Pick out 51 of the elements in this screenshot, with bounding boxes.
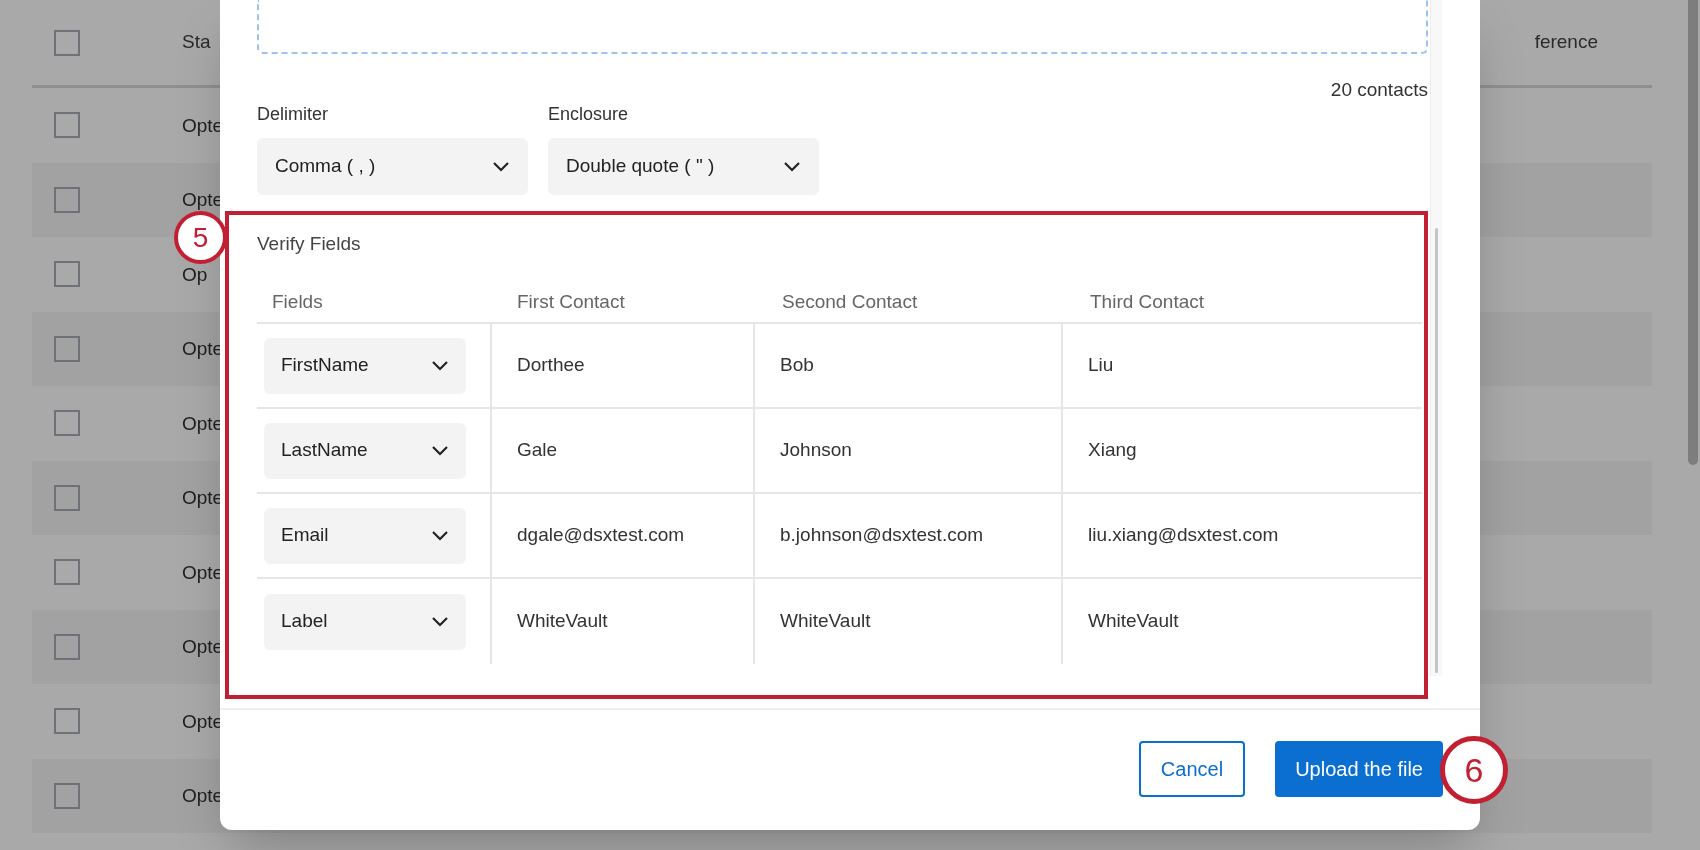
cancel-button[interactable]: Cancel <box>1138 741 1246 797</box>
checkbox[interactable] <box>54 708 80 735</box>
column-header: Fields <box>271 290 324 314</box>
checkbox[interactable] <box>54 261 80 288</box>
checkbox[interactable] <box>54 186 80 213</box>
dropdown[interactable]: Double quote ( " ) <box>548 137 819 195</box>
checkbox[interactable] <box>54 484 80 511</box>
field-dropdown[interactable]: Label <box>264 593 466 650</box>
field-dropdown[interactable]: FirstName <box>264 337 466 394</box>
checkbox[interactable] <box>54 335 80 362</box>
column-header: Sta <box>182 30 211 55</box>
table-cell-text: b.johnson@dsxtest.com <box>780 523 984 548</box>
section-title: Verify Fields <box>257 231 362 256</box>
table-cell-text: Gale <box>517 438 558 463</box>
field-dropdown[interactable]: Email <box>264 507 466 564</box>
table-cell-text: Liu <box>1088 353 1114 378</box>
table-cell-text: WhiteVault <box>780 609 871 634</box>
checkbox[interactable] <box>54 633 80 660</box>
contact-count: 20 contacts <box>1330 78 1428 102</box>
table-cell: Op <box>182 264 208 284</box>
table-cell-text: dgale@dsxtest.com <box>517 523 685 548</box>
table-cell-text: WhiteVault <box>517 609 608 634</box>
chevron-down-icon <box>431 360 449 371</box>
drop-zone[interactable] <box>257 0 1428 54</box>
chevron-down-icon <box>492 160 510 172</box>
page-scrollbar[interactable] <box>1688 0 1698 465</box>
column-header: Second Contact <box>781 290 919 314</box>
column-header: Third Contact <box>1089 290 1206 314</box>
chevron-down-icon <box>431 616 449 627</box>
dropdown[interactable]: Comma ( , ) <box>257 137 528 195</box>
column-header: ference <box>1534 30 1598 55</box>
checkbox[interactable] <box>54 410 80 437</box>
table-cell-text: Xiang <box>1088 438 1137 463</box>
table-cell-text: WhiteVault <box>1088 609 1179 634</box>
checkbox[interactable] <box>54 29 80 56</box>
column-header: First Contact <box>516 290 626 314</box>
table-cell-text: Bob <box>780 353 814 378</box>
checkbox[interactable] <box>54 559 80 586</box>
field-label: Enclosure <box>548 102 630 126</box>
field-label: Delimiter <box>257 102 329 126</box>
checkbox[interactable] <box>54 782 80 809</box>
upload-button[interactable]: Upload the file <box>1275 741 1443 797</box>
chevron-down-icon <box>431 445 449 456</box>
field-dropdown[interactable]: LastName <box>264 422 466 479</box>
checkbox[interactable] <box>54 112 80 139</box>
table-cell-text: liu.xiang@dsxtest.com <box>1088 523 1279 548</box>
table-cell-text: Johnson <box>780 438 852 463</box>
chevron-down-icon <box>783 160 801 172</box>
scrollbar-thumb[interactable] <box>1435 228 1438 673</box>
table-cell-text: Dorthee <box>517 353 585 378</box>
chevron-down-icon <box>431 530 449 541</box>
